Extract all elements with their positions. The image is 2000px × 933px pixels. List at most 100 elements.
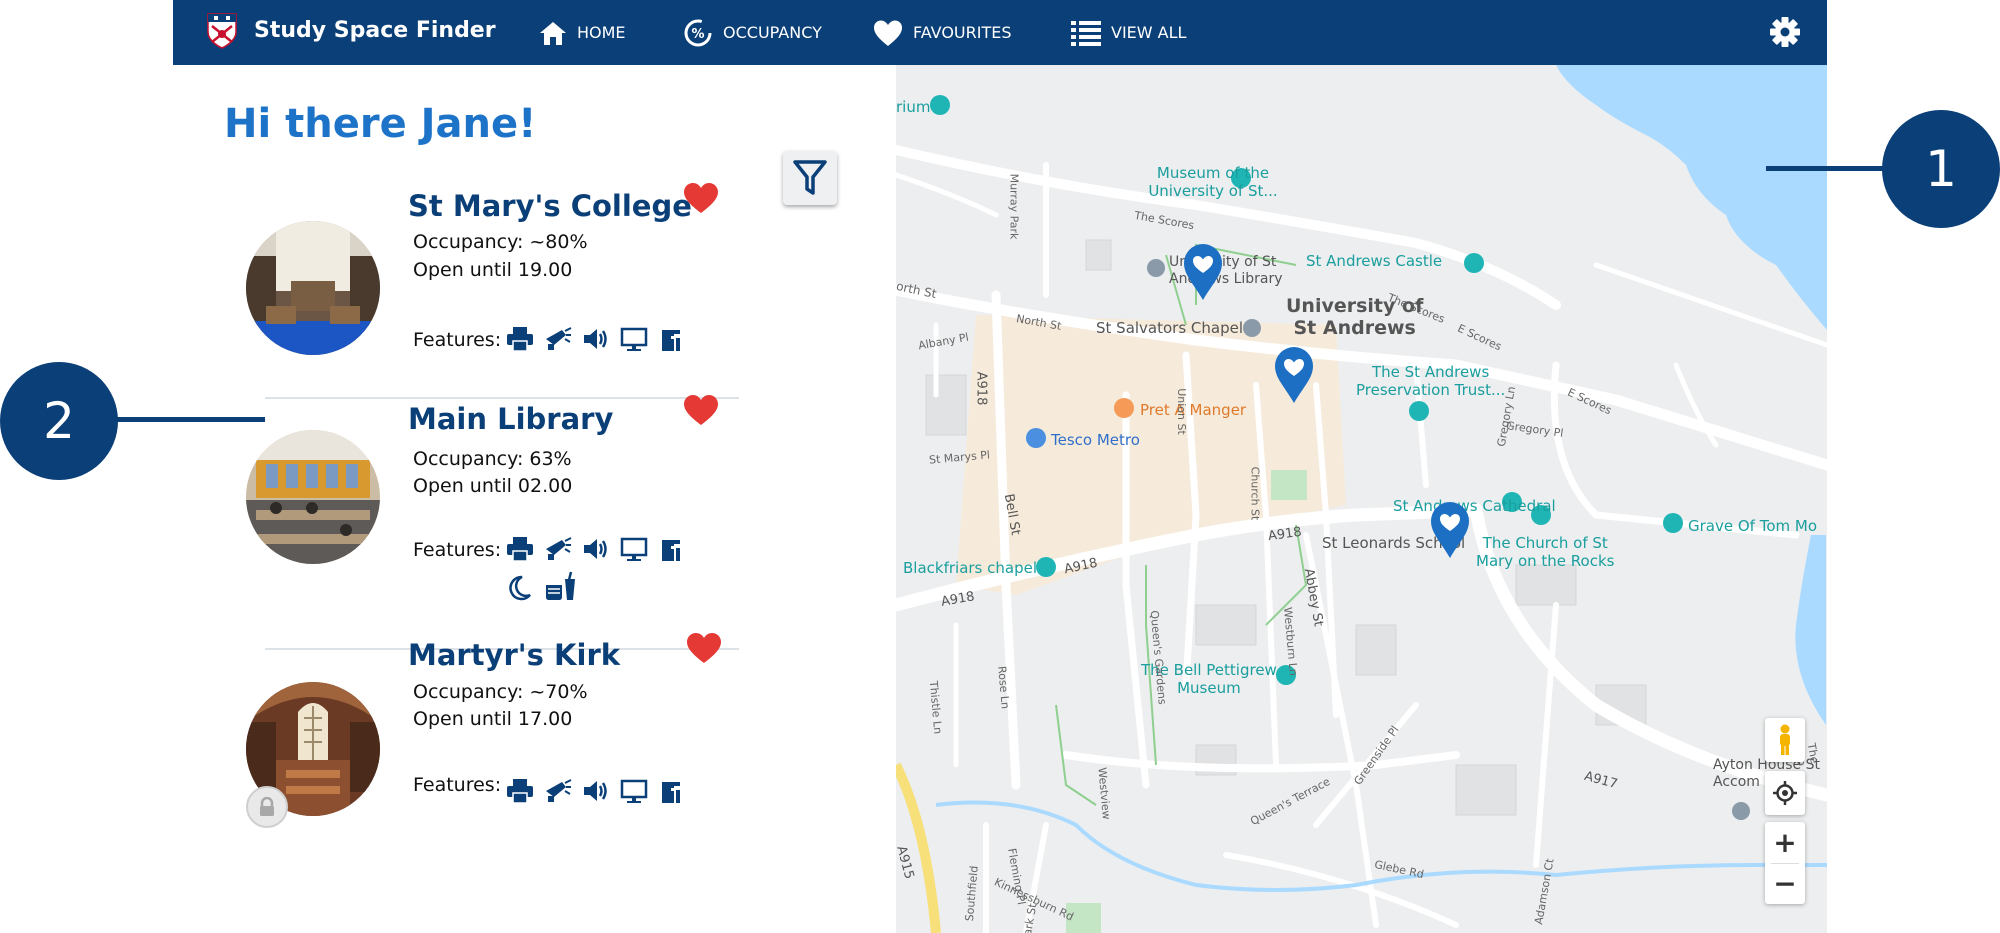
nav-favourites-label: FAVOURITES [913,23,1012,42]
food-drink-icon [546,571,575,600]
printer-icon [507,779,533,804]
locate-icon [1773,781,1797,805]
speaker-icon [584,781,607,801]
opening-hours-text: Open until 19.00 [413,259,573,281]
opening-hours-text: Open until 02.00 [413,475,573,497]
monitor-icon [620,537,648,561]
opening-hours-text: Open until 17.00 [413,708,573,730]
monitor-icon [620,779,648,803]
road-label: A918 [973,371,989,406]
occupancy-text: Occupancy: 63% [413,448,572,470]
accessible-icon [662,540,680,561]
map-label-text: The St Andrews [1371,363,1490,381]
accessible-icon [662,782,680,803]
space-card-main-library[interactable]: Main Library Occupancy: 63% Open until 0… [246,362,786,622]
list-icon [1071,20,1101,46]
kinness-burn-river [935,800,1827,892]
nav-favourites[interactable]: FAVOURITES [873,0,1012,65]
printer-icon [507,537,533,562]
river-mouth [1795,535,1826,725]
nav-home-label: HOME [577,23,626,42]
space-photo-library-interior [246,221,380,355]
accessible-icon [662,330,680,351]
occupancy-text: Occupancy: ~80% [413,231,588,253]
heart-map-marker-icon[interactable] [1430,501,1470,559]
zoom-controls: + − [1765,822,1805,904]
features-label: Features: [413,329,502,351]
heart-map-marker-icon[interactable] [1274,346,1314,404]
my-location-button[interactable] [1765,771,1805,815]
map-canvas[interactable] [896,65,1827,933]
street-label: Murray Park [1007,173,1021,240]
street-view-pegman-button[interactable] [1765,718,1805,762]
projector-icon [546,779,572,802]
gear-icon[interactable] [1769,16,1801,48]
sea-area [1556,65,1827,330]
occupancy-icon: % [684,19,712,46]
top-nav-bar: Study Space Finder HOME % OCCUPANCY FAVO… [173,0,1827,65]
nav-occupancy-label: OCCUPANCY [723,23,822,42]
space-name[interactable]: Main Library [408,402,613,436]
heart-icon [874,20,902,46]
map-view[interactable]: rium Museum of the University of St... S… [896,65,1827,933]
home-icon [540,21,566,45]
features-label: Features: [413,539,502,561]
map-label: The Church of St Mary on the Rocks [1476,534,1614,570]
street-label: Union St [1174,388,1188,435]
space-photo-study-room [246,430,380,564]
zoom-in-button[interactable]: + [1765,823,1805,863]
map-label: rium [896,98,931,116]
favourite-heart-icon[interactable] [683,182,719,214]
favourite-heart-icon[interactable] [686,632,722,664]
app-title[interactable]: Study Space Finder [254,18,496,43]
space-name[interactable]: St Mary's College [408,189,692,223]
map-label-text: Preservation Trust... [1356,381,1506,399]
callout-2-pointer [110,417,265,422]
map-label: Grave Of Tom Mo [1688,517,1818,535]
map-label: St Andrews Cathedral [1393,497,1556,515]
map-label: St Salvators Chapel [1096,319,1244,337]
street-label: Church St [1248,466,1262,521]
night-icon [509,575,531,601]
filter-icon [793,160,827,195]
map-label: Tesco Metro [1051,431,1140,449]
callout-1-badge: 1 [1882,110,2000,228]
map-label-text: Mary on the Rocks [1476,552,1615,570]
map-label: Museum of the University of St... [1148,164,1278,200]
map-label-text: St Andrews [1293,317,1416,339]
space-card-st-marys[interactable]: St Mary's College Occupancy: ~80% Open u… [246,153,786,378]
zoom-out-button[interactable]: − [1765,864,1805,904]
projector-icon [546,327,572,350]
speaker-icon [584,539,607,559]
university-crest-logo[interactable] [206,12,238,50]
nav-view-all[interactable]: VIEW ALL [1071,0,1186,65]
greeting-heading: Hi there Jane! [224,101,537,147]
pegman-icon [1780,724,1790,755]
svg-text:%: % [691,27,704,42]
map-label: The St Andrews Preservation Trust... [1356,363,1505,399]
space-card-martyrs-kirk[interactable]: Martyr's Kirk Occupancy: ~70% Open until… [246,618,786,858]
printer-icon [507,327,533,352]
features-label: Features: [413,774,502,796]
map-label: Pret A Manger [1140,401,1247,419]
favourite-heart-icon[interactable] [683,394,719,426]
map-label: St Andrews Castle [1306,252,1443,270]
app-window: Study Space Finder HOME % OCCUPANCY FAVO… [173,0,1827,933]
nav-home[interactable]: HOME [539,0,626,65]
projector-icon [546,537,572,560]
filter-button[interactable] [783,151,837,205]
space-name[interactable]: Martyr's Kirk [408,638,620,672]
callout-1-pointer [1766,166,1886,171]
map-label: Blackfriars chapel [903,559,1038,577]
occupancy-text: Occupancy: ~70% [413,681,588,703]
heart-map-marker-icon[interactable] [1183,243,1223,301]
study-space-list-panel: Hi there Jane! St Mary's College Occupan… [173,65,896,933]
map-label-text: Accom [1713,774,1760,790]
map-label-text: The Church of St [1482,534,1608,552]
callout-2-badge: 2 [0,362,118,480]
nav-occupancy[interactable]: % OCCUPANCY [683,0,822,65]
nav-view-all-label: VIEW ALL [1111,23,1187,42]
lock-icon [260,797,274,816]
locked-badge [246,786,288,828]
map-label-text: Museum of the University of St... [1148,164,1278,200]
